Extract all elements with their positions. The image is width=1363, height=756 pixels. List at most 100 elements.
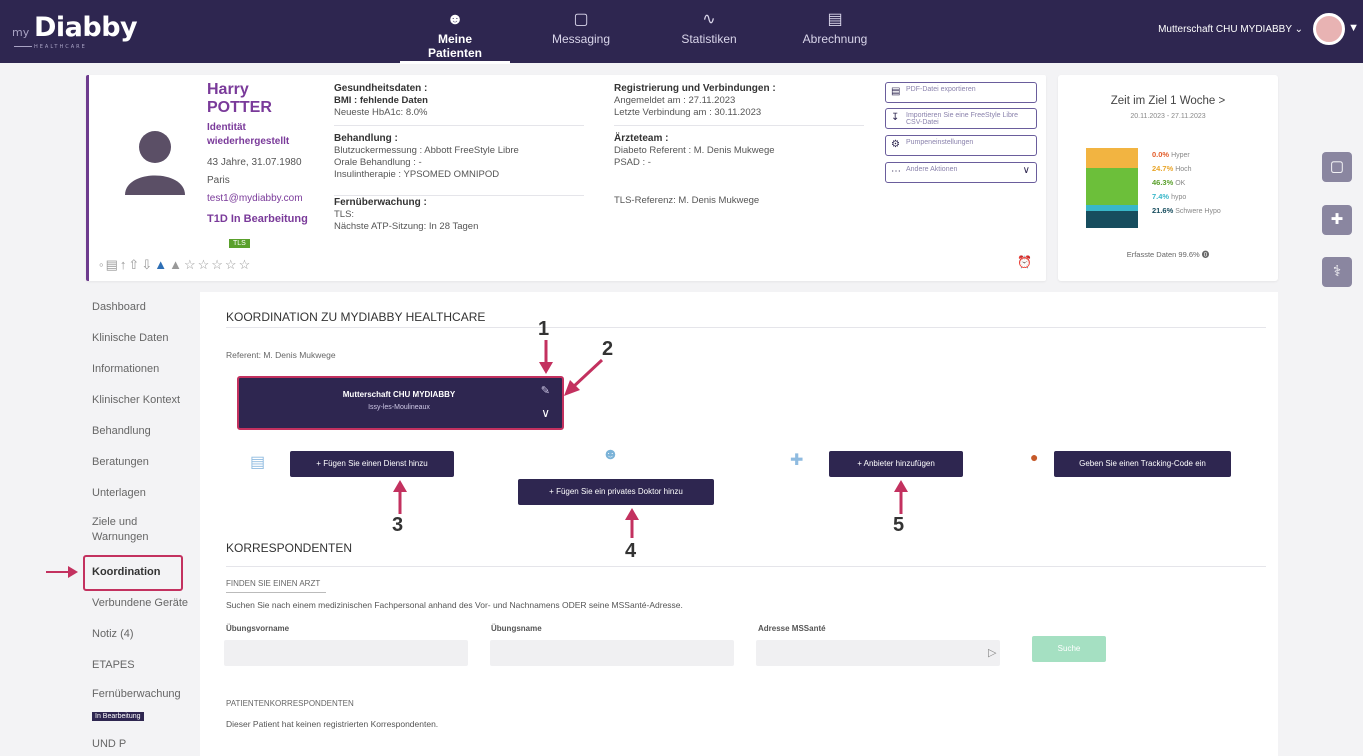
divider — [334, 125, 584, 126]
tir-title[interactable]: Zeit im Ziel 1 Woche > — [1058, 95, 1278, 107]
sidebar-item-information[interactable]: Informationen — [92, 363, 159, 375]
sidebar-item-documents[interactable]: Unterlagen — [92, 487, 146, 499]
tir-label: Hyper — [1171, 152, 1190, 159]
registered-date: Angemeldet am : 27.11.2023 — [614, 95, 736, 106]
sidebar-item-und-p[interactable]: UND P — [92, 738, 126, 750]
pump-icon: ◦ — [99, 257, 106, 272]
organization-name: Mutterschaft CHU MYDIABBY — [342, 390, 456, 399]
annotation-number: 5 — [893, 514, 905, 536]
pump-settings-button[interactable]: ⚙ Pumpeneinstellungen — [885, 135, 1037, 156]
add-service-button[interactable]: + Fügen Sie einen Dienst hinzu — [290, 451, 454, 477]
logo-subtitle: HEALTHCARE — [14, 44, 87, 50]
tir-stacked-bar — [1086, 148, 1138, 228]
sidebar-item-goals-cont[interactable]: Warnungen — [92, 531, 148, 543]
last-name-input[interactable] — [490, 640, 734, 666]
export-pdf-button[interactable]: ▤ PDF-Datei exportieren — [885, 82, 1037, 103]
patients-icon: ☻ — [446, 11, 464, 28]
star-icon[interactable]: ☆☆☆☆☆ — [184, 257, 252, 272]
tir-label: Hoch — [1175, 166, 1192, 173]
user-avatar[interactable] — [1313, 13, 1345, 45]
chevron-down-icon[interactable]: ▼ — [1348, 22, 1359, 34]
patient-correspondents-title: PATIENTENKORRESPONDENTEN — [226, 699, 354, 708]
time-in-range-card[interactable]: Zeit im Ziel 1 Woche > 20.11.2023 - 27.1… — [1058, 75, 1278, 281]
edit-icon[interactable]: ✎ — [541, 384, 550, 397]
registration-section: Registrierung und Verbindungen : Angemel… — [614, 83, 874, 207]
mssante-input[interactable] — [756, 640, 1000, 666]
medical-kit-icon[interactable]: ✚ — [1322, 205, 1352, 235]
search-button[interactable]: Suche — [1032, 636, 1106, 662]
tir-date-range: 20.11.2023 - 27.11.2023 — [1130, 113, 1206, 120]
tls-badge: TLS — [229, 239, 250, 248]
status-badge: In Bearbeitung — [92, 712, 144, 721]
first-name-input[interactable] — [224, 640, 468, 666]
find-doctor-title: FINDEN SIE EINEN ARZT — [226, 579, 321, 588]
nav-messaging[interactable]: ▢ Messaging — [548, 8, 614, 60]
nav-label: Messaging — [551, 32, 611, 46]
chevron-down-icon: ∨ — [1022, 165, 1030, 176]
import-csv-button[interactable]: ↧ Importieren Sie eine FreeStyle Libre C… — [885, 108, 1037, 129]
glucose-device: Blutzuckermessung : Abbott FreeStyle Lib… — [334, 145, 519, 156]
top-navigation-bar: my Diabby HEALTHCARE ☻ Meine Patienten ▢… — [0, 0, 1363, 64]
nav-meine-patienten[interactable]: ☻ Meine Patienten — [400, 8, 510, 64]
sidebar-item-telemonitoring[interactable]: Fernüberwachung — [92, 688, 181, 700]
chevron-down-icon[interactable]: ∨ — [541, 406, 550, 420]
organization-card[interactable]: Mutterschaft CHU MYDIABBY Issy-les-Mouli… — [237, 376, 564, 430]
logo-prefix: my — [12, 26, 30, 39]
sidebar-item-consultations[interactable]: Beratungen — [92, 456, 149, 468]
tir-label: hypo — [1171, 194, 1187, 201]
next-atp-session: Nächste ATP-Sitzung: In 28 Tagen — [334, 221, 479, 232]
nav-label: Meine Patienten — [427, 32, 482, 60]
invoice-icon: ▤ — [827, 11, 843, 28]
annotation-arrow-up-icon — [393, 480, 407, 514]
nav-abrechnung[interactable]: ▤ Abrechnung — [798, 8, 872, 60]
button-label: PDF-Datei exportieren — [906, 86, 976, 93]
sidebar-item-notes[interactable]: Notiz (4) — [92, 628, 134, 640]
tir-value: 7.4% — [1152, 192, 1170, 201]
nav-label: Abrechnung — [802, 32, 868, 46]
nav-label: Statistiken — [681, 32, 737, 46]
add-provider-button[interactable]: + Anbieter hinzufügen — [829, 451, 963, 477]
account-menu[interactable]: Mutterschaft CHU MYDIABBY ⌄ — [1158, 24, 1303, 35]
chat-rail-icon[interactable]: ▢ — [1322, 152, 1352, 182]
annotation-number: 1 — [538, 318, 550, 340]
sidebar-item-clinical-context[interactable]: Klinischer Kontext — [92, 394, 180, 406]
patient-age: 43 Jahre, 31.07.1980 — [207, 157, 302, 168]
tir-segment — [1086, 148, 1138, 168]
other-actions-dropdown[interactable]: ⋯ Andere Aktionen ∨ — [885, 162, 1037, 183]
tir-hypo2: 21.6% Schwere Hypo — [1152, 206, 1221, 215]
sidebar-item-clinical-data[interactable]: Klinische Daten — [92, 332, 168, 344]
button-label: Pumpeneinstellungen — [906, 139, 974, 146]
send-icon: ▷ — [988, 647, 997, 659]
sidebar-item-etapes[interactable]: ETAPES — [92, 659, 135, 671]
sidebar-item-treatment[interactable]: Behandlung — [92, 425, 151, 437]
referent-line: Referent: M. Denis Mukwege — [226, 350, 336, 360]
stethoscope-icon[interactable]: ⚕ — [1322, 257, 1352, 287]
divider — [226, 566, 1266, 567]
pdf-icon: ▤ — [891, 86, 901, 97]
divider — [226, 592, 326, 593]
sidebar-item-goals[interactable]: Ziele und — [92, 516, 137, 528]
add-private-doctor-button[interactable]: + Fügen Sie ein privates Doktor hinzu — [518, 479, 714, 505]
treatment-heading: Behandlung : — [334, 133, 398, 144]
tir-label: Schwere Hypo — [1175, 208, 1221, 215]
diabetes-type: T1D In Bearbeitung — [207, 213, 308, 225]
nav-statistiken[interactable]: ∿ Statistiken — [676, 8, 742, 60]
first-name-label: Übungsvorname — [226, 624, 290, 633]
tir-ok: 46.3% OK — [1152, 178, 1185, 187]
gear-icon: ⚙ — [891, 139, 900, 150]
sidebar-item-dashboard[interactable]: Dashboard — [92, 301, 146, 313]
alarm-clock-icon[interactable]: ⏰ — [1017, 255, 1032, 269]
medical-case-icon: ✚ — [790, 452, 804, 469]
button-label: Andere Aktionen — [906, 166, 958, 173]
tir-segment — [1086, 167, 1138, 205]
patient-email[interactable]: test1@mydiabby.com — [207, 193, 303, 204]
highlight-box-coordination — [83, 555, 183, 591]
tir-hypo: 7.4% hypo — [1152, 192, 1186, 201]
service-icon: ▤ — [250, 454, 266, 471]
organization-city: Issy-les-Moulineaux — [368, 404, 430, 411]
tracking-code-button[interactable]: Geben Sie einen Tracking-Code ein — [1054, 451, 1231, 477]
patient-city: Paris — [207, 175, 230, 186]
sidebar-item-connected-devices[interactable]: Verbundene Geräte — [92, 597, 188, 609]
insulin-therapy: Insulintherapie : YPSOMED OMNIPOD — [334, 169, 500, 180]
drop-icon: ▲ — [154, 257, 170, 272]
